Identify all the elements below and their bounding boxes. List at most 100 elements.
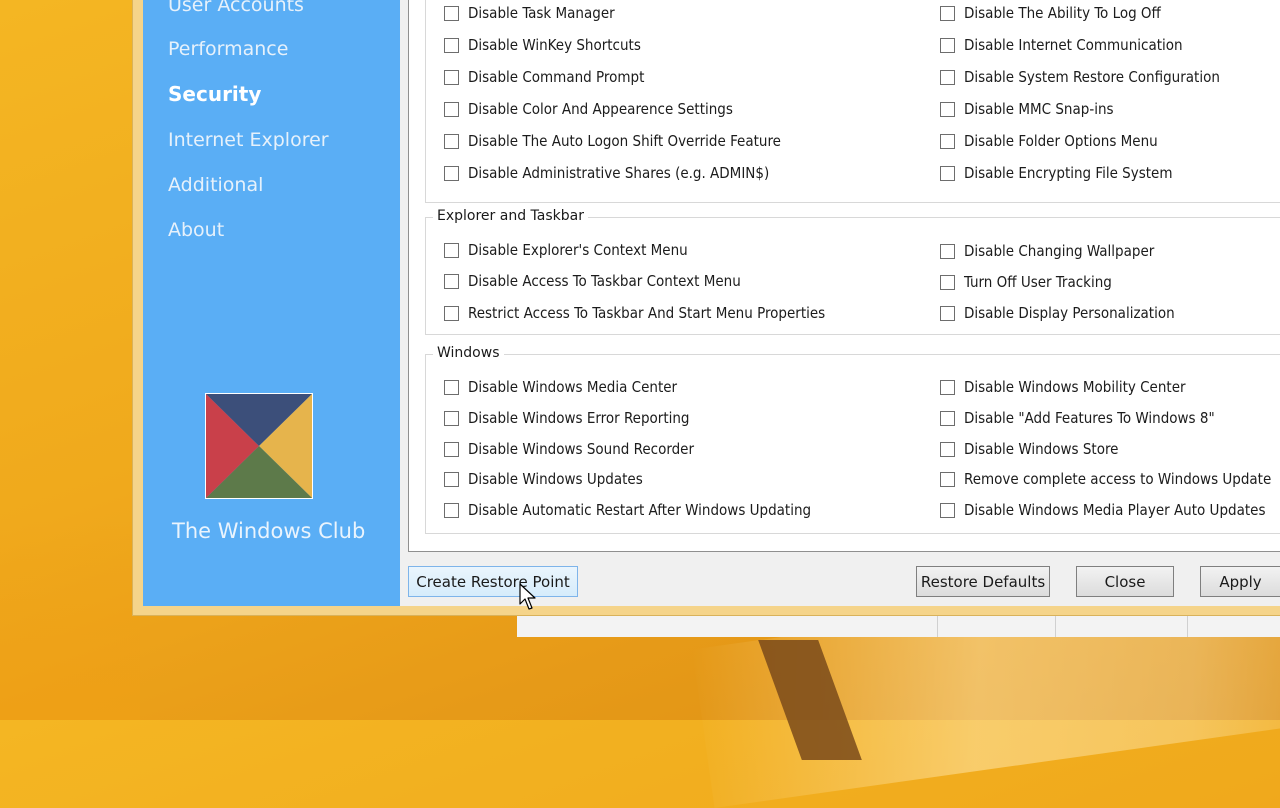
checkbox-box[interactable] (940, 5, 955, 21)
checkbox-box[interactable] (940, 274, 955, 290)
checkbox-disable-winkey-shortcuts[interactable]: Disable WinKey Shortcuts (444, 36, 641, 54)
checkbox-box[interactable] (444, 37, 459, 53)
checkbox-box[interactable] (940, 37, 955, 53)
checkbox-box[interactable] (940, 441, 955, 457)
checkbox-label: Disable Administrative Shares (e.g. ADMI… (468, 164, 770, 182)
checkbox-disable-windows-updates[interactable]: Disable Windows Updates (444, 470, 643, 488)
checkbox-label: Restrict Access To Taskbar And Start Men… (468, 304, 826, 322)
checkbox-box[interactable] (940, 101, 955, 117)
sidebar-item-security[interactable]: Security (168, 82, 261, 106)
checkbox-disable-media-center[interactable]: Disable Windows Media Center (444, 378, 677, 396)
checkbox-label: Disable System Restore Configuration (964, 68, 1220, 86)
checkbox-label: Disable The Ability To Log Off (964, 4, 1161, 22)
checkbox-disable-explorer-context-menu[interactable]: Disable Explorer's Context Menu (444, 241, 688, 259)
checkbox-box[interactable] (940, 165, 955, 181)
checkbox-label: Disable Windows Error Reporting (468, 409, 690, 427)
checkbox-box[interactable] (940, 133, 955, 149)
checkbox-disable-task-manager[interactable]: Disable Task Manager (444, 4, 615, 22)
checkbox-disable-log-off[interactable]: Disable The Ability To Log Off (940, 4, 1161, 22)
windows-group-title: Windows (433, 345, 504, 361)
checkbox-label: Disable Folder Options Menu (964, 132, 1158, 150)
checkbox-disable-wmp-auto-updates[interactable]: Disable Windows Media Player Auto Update… (940, 501, 1265, 519)
checkbox-box[interactable] (940, 243, 955, 259)
checkbox-disable-sound-recorder[interactable]: Disable Windows Sound Recorder (444, 440, 694, 458)
sidebar-item-user-accounts[interactable]: User Accounts (168, 0, 304, 16)
checkbox-box[interactable] (940, 69, 955, 85)
sidebar-item-about[interactable]: About (168, 219, 224, 241)
checkbox-disable-changing-wallpaper[interactable]: Disable Changing Wallpaper (940, 242, 1154, 260)
checkbox-disable-mmc-snapins[interactable]: Disable MMC Snap-ins (940, 100, 1114, 118)
checkbox-disable-system-restore-config[interactable]: Disable System Restore Configuration (940, 68, 1220, 86)
checkbox-disable-auto-logon-shift[interactable]: Disable The Auto Logon Shift Override Fe… (444, 132, 781, 150)
checkbox-box[interactable] (444, 133, 459, 149)
checkbox-label: Disable Windows Mobility Center (964, 378, 1186, 396)
checkbox-label: Disable Access To Taskbar Context Menu (468, 272, 741, 290)
checkbox-disable-taskbar-context-menu[interactable]: Disable Access To Taskbar Context Menu (444, 272, 741, 290)
checkbox-box[interactable] (444, 101, 459, 117)
background-window-strip (517, 614, 1280, 637)
checkbox-box[interactable] (444, 471, 459, 487)
checkbox-box[interactable] (444, 5, 459, 21)
checkbox-disable-color-settings[interactable]: Disable Color And Appearence Settings (444, 100, 733, 118)
checkbox-disable-folder-options[interactable]: Disable Folder Options Menu (940, 132, 1158, 150)
checkbox-label: Disable Windows Sound Recorder (468, 440, 695, 458)
checkbox-label: Disable Display Personalization (964, 304, 1175, 322)
checkbox-disable-command-prompt[interactable]: Disable Command Prompt (444, 68, 644, 86)
apply-button[interactable]: Apply (1200, 566, 1280, 597)
checkbox-box[interactable] (444, 273, 459, 289)
restore-defaults-button[interactable]: Restore Defaults (916, 566, 1050, 597)
checkbox-box[interactable] (940, 502, 955, 518)
checkbox-label: Disable Explorer's Context Menu (468, 241, 688, 259)
checkbox-label: Disable Windows Updates (468, 470, 643, 488)
checkbox-restrict-taskbar-properties[interactable]: Restrict Access To Taskbar And Start Men… (444, 304, 825, 322)
checkbox-label: Turn Off User Tracking (964, 273, 1112, 291)
checkbox-disable-internet-communication[interactable]: Disable Internet Communication (940, 36, 1183, 54)
checkbox-box[interactable] (444, 69, 459, 85)
checkbox-turn-off-user-tracking[interactable]: Turn Off User Tracking (940, 273, 1112, 291)
checkbox-label: Disable Encrypting File System (964, 164, 1173, 182)
checkbox-label: Remove complete access to Windows Update (964, 470, 1272, 488)
checkbox-label: Disable Command Prompt (468, 68, 645, 86)
windows-club-logo (205, 393, 313, 499)
checkbox-box[interactable] (444, 242, 459, 258)
checkbox-label: Disable Windows Media Player Auto Update… (964, 501, 1266, 519)
checkbox-box[interactable] (444, 441, 459, 457)
sidebar-item-additional[interactable]: Additional (168, 174, 263, 196)
explorer-taskbar-group-title: Explorer and Taskbar (433, 208, 588, 224)
checkbox-box[interactable] (940, 305, 955, 321)
checkbox-label: Disable Windows Store (964, 440, 1119, 458)
checkbox-box[interactable] (940, 379, 955, 395)
close-button[interactable]: Close (1076, 566, 1174, 597)
checkbox-label: Disable Automatic Restart After Windows … (468, 501, 812, 519)
sidebar-item-internet-explorer[interactable]: Internet Explorer (168, 129, 329, 151)
desktop-dark-streak (758, 640, 862, 760)
checkbox-box[interactable] (444, 502, 459, 518)
checkbox-box[interactable] (940, 471, 955, 487)
checkbox-box[interactable] (444, 410, 459, 426)
checkbox-disable-error-reporting[interactable]: Disable Windows Error Reporting (444, 409, 690, 427)
checkbox-disable-windows-store[interactable]: Disable Windows Store (940, 440, 1118, 458)
mouse-pointer-icon (519, 583, 536, 610)
checkbox-label: Disable Color And Appearence Settings (468, 100, 733, 118)
brand-name: The Windows Club (172, 519, 366, 543)
checkbox-label: Disable "Add Features To Windows 8" (964, 409, 1215, 427)
checkbox-disable-display-personalization[interactable]: Disable Display Personalization (940, 304, 1175, 322)
checkbox-label: Disable Changing Wallpaper (964, 242, 1155, 260)
checkbox-box[interactable] (940, 410, 955, 426)
checkbox-disable-mobility-center[interactable]: Disable Windows Mobility Center (940, 378, 1186, 396)
checkbox-remove-windows-update-access[interactable]: Remove complete access to Windows Update (940, 470, 1271, 488)
checkbox-box[interactable] (444, 165, 459, 181)
checkbox-label: Disable The Auto Logon Shift Override Fe… (468, 132, 781, 150)
checkbox-box[interactable] (444, 379, 459, 395)
checkbox-disable-add-features[interactable]: Disable "Add Features To Windows 8" (940, 409, 1215, 427)
sidebar-item-performance[interactable]: Performance (168, 38, 288, 60)
checkbox-label: Disable MMC Snap-ins (964, 100, 1114, 118)
desktop-shade (0, 520, 140, 720)
checkbox-disable-efs[interactable]: Disable Encrypting File System (940, 164, 1172, 182)
checkbox-box[interactable] (444, 305, 459, 321)
checkbox-label: Disable Windows Media Center (468, 378, 678, 396)
checkbox-disable-automatic-restart[interactable]: Disable Automatic Restart After Windows … (444, 501, 811, 519)
checkbox-label: Disable Task Manager (468, 4, 615, 22)
checkbox-disable-admin-shares[interactable]: Disable Administrative Shares (e.g. ADMI… (444, 164, 769, 182)
create-restore-point-button[interactable]: Create Restore Point (408, 566, 578, 597)
